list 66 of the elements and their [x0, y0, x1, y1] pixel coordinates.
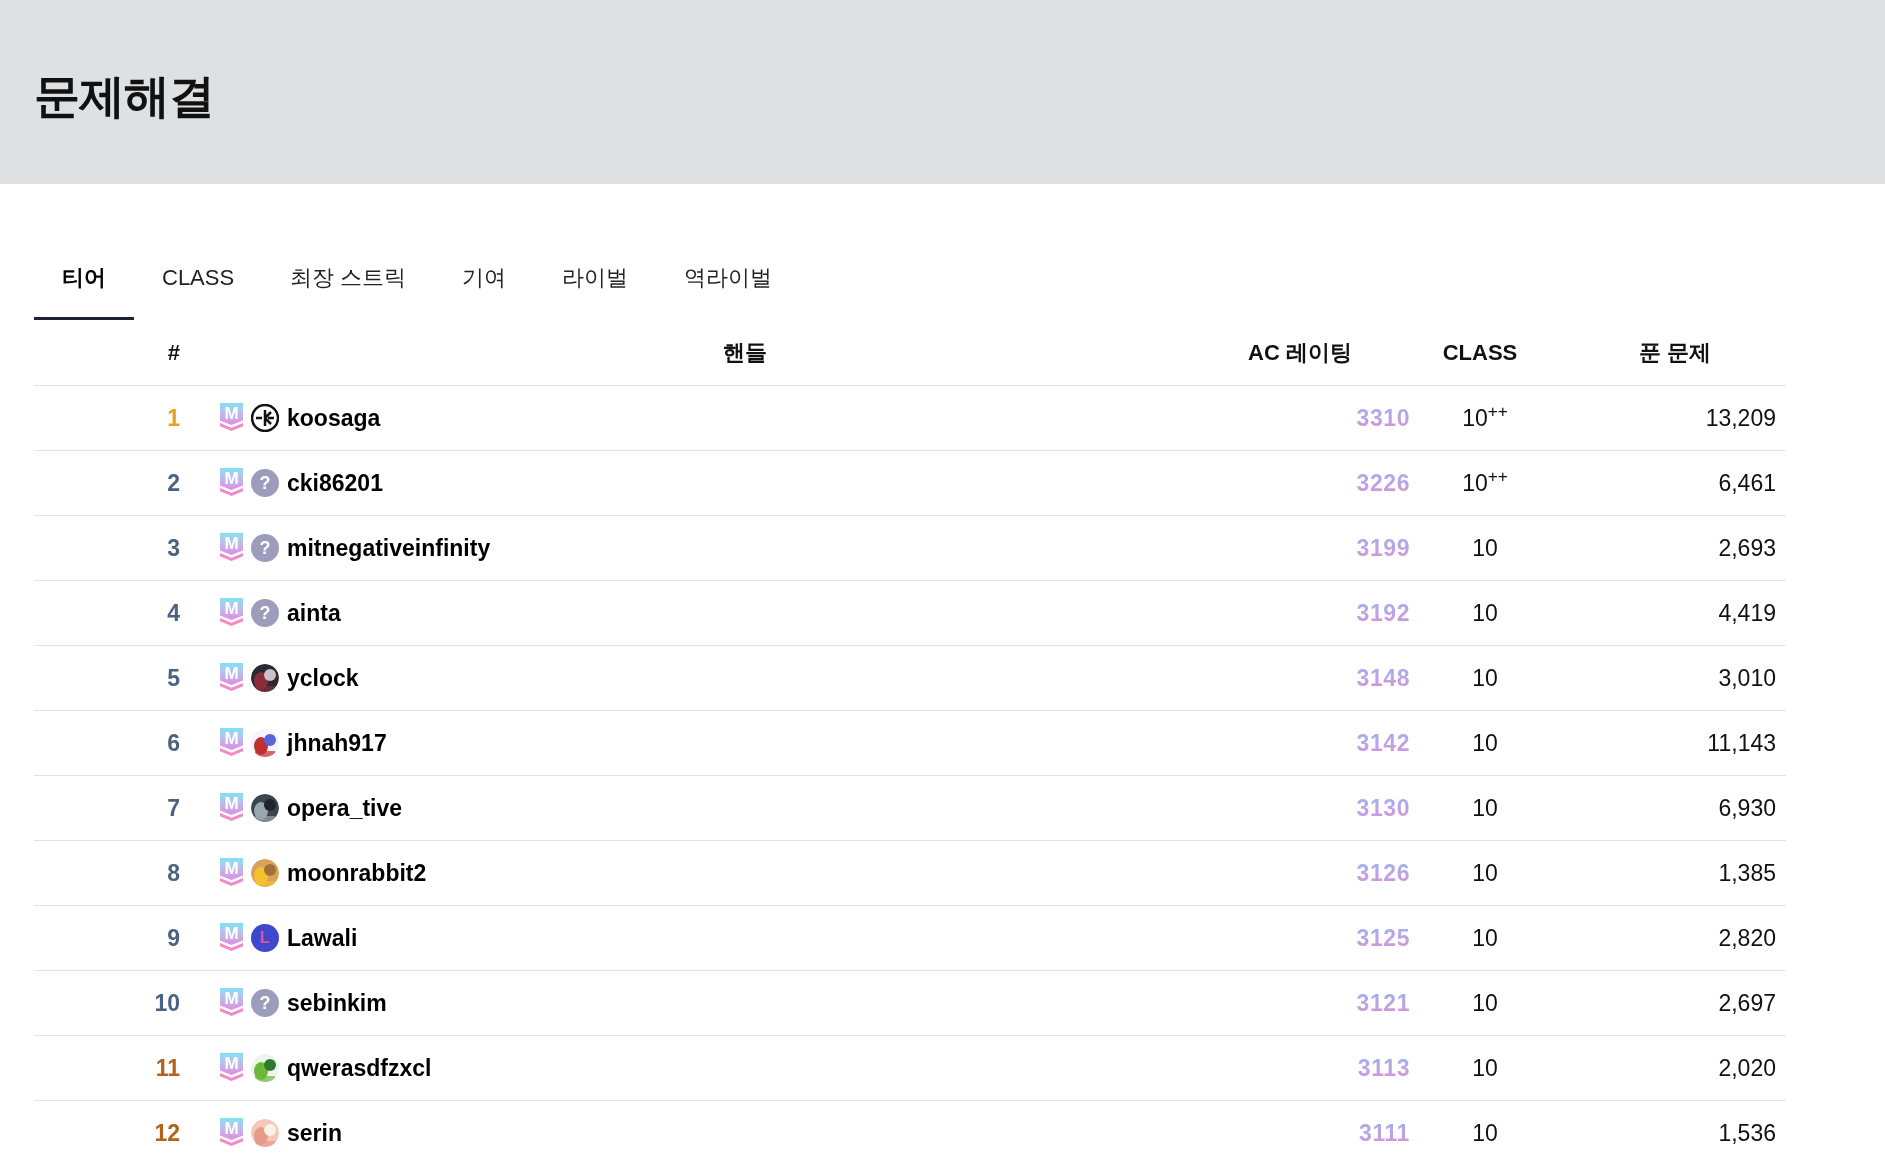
column-header: # — [166, 339, 180, 367]
solved-count: 2,820 — [1717, 923, 1777, 953]
user-handle[interactable]: sebinkim — [287, 985, 387, 1021]
class-level: 10$^{++}$ — [1461, 400, 1509, 433]
class-level: 10 — [1471, 598, 1499, 628]
tab[interactable]: 기여 — [434, 254, 535, 320]
user-handle[interactable]: qwerasdfzxcl — [287, 1050, 432, 1086]
rank: 12 — [153, 1118, 180, 1148]
column-header: 푼 문제 — [1637, 339, 1713, 367]
unknown-avatar: ? — [251, 534, 279, 562]
user-handle[interactable]: moonrabbit2 — [287, 855, 427, 891]
solved-count: 2,693 — [1717, 533, 1777, 563]
class-level: 10 — [1471, 728, 1499, 758]
solved-count: 3,010 — [1717, 663, 1777, 693]
class-level: 10 — [1471, 663, 1499, 693]
solved-count: 1,536 — [1717, 1118, 1777, 1148]
logo-icon — [251, 404, 279, 432]
unknown-avatar: ? — [251, 989, 279, 1017]
column-header: 핸들 — [722, 339, 768, 367]
rank: 7 — [166, 793, 180, 823]
class-level: 10 — [1471, 988, 1499, 1018]
solved-count: 13,209 — [1704, 403, 1777, 433]
user-handle[interactable]: yclock — [287, 660, 359, 696]
class-level: 10 — [1471, 1118, 1499, 1148]
rank: 3 — [166, 533, 180, 563]
rank: 1 — [166, 403, 180, 433]
unknown-avatar: ? — [251, 599, 279, 627]
solved-count: 2,020 — [1717, 1053, 1777, 1083]
rank: 5 — [166, 663, 180, 693]
rank: 8 — [166, 858, 180, 888]
tab[interactable]: 라이벌 — [534, 254, 657, 320]
class-level: 10 — [1471, 923, 1499, 953]
user-handle[interactable]: mitnegativeinfinity — [287, 530, 491, 566]
solved-count: 6,461 — [1717, 468, 1777, 498]
rank: 11 — [154, 1053, 180, 1083]
unknown-avatar: ? — [251, 469, 279, 497]
user-handle[interactable]: jhnah917 — [287, 725, 387, 761]
rank: 2 — [166, 468, 180, 498]
rank: 4 — [166, 598, 180, 628]
user-handle[interactable]: koosaga — [287, 400, 381, 436]
class-level: 10$^{++}$ — [1461, 465, 1509, 498]
class-level: 10 — [1471, 533, 1499, 563]
class-level: 10 — [1471, 793, 1499, 823]
tab[interactable]: 역라이벌 — [656, 254, 801, 320]
solved-count: 6,930 — [1717, 793, 1777, 823]
tab[interactable]: 티어 — [34, 254, 134, 320]
column-header: CLASS — [1441, 339, 1519, 367]
solved-count: 4,419 — [1717, 598, 1777, 628]
user-handle[interactable]: Lawali — [287, 920, 358, 956]
user-handle[interactable]: serin — [287, 1115, 342, 1151]
tab[interactable]: 최장 스트릭 — [262, 254, 435, 320]
user-handle[interactable]: opera_tive — [287, 790, 403, 826]
rank: 9 — [166, 923, 180, 953]
user-handle[interactable]: ainta — [287, 595, 341, 631]
page-title: 문제해결 — [34, 68, 214, 124]
solved-count: 2,697 — [1717, 988, 1777, 1018]
column-header: AC 레이팅 — [1247, 339, 1353, 367]
tab[interactable]: CLASS — [134, 254, 263, 320]
class-level: 10 — [1471, 1053, 1499, 1083]
class-level: 10 — [1471, 858, 1499, 888]
rank: 10 — [153, 988, 180, 1018]
solved-count: 11,143 — [1706, 728, 1777, 758]
solved-count: 1,385 — [1717, 858, 1777, 888]
user-handle[interactable]: cki86201 — [287, 465, 383, 501]
letter-avatar: L — [251, 924, 279, 952]
rank: 6 — [166, 728, 180, 758]
